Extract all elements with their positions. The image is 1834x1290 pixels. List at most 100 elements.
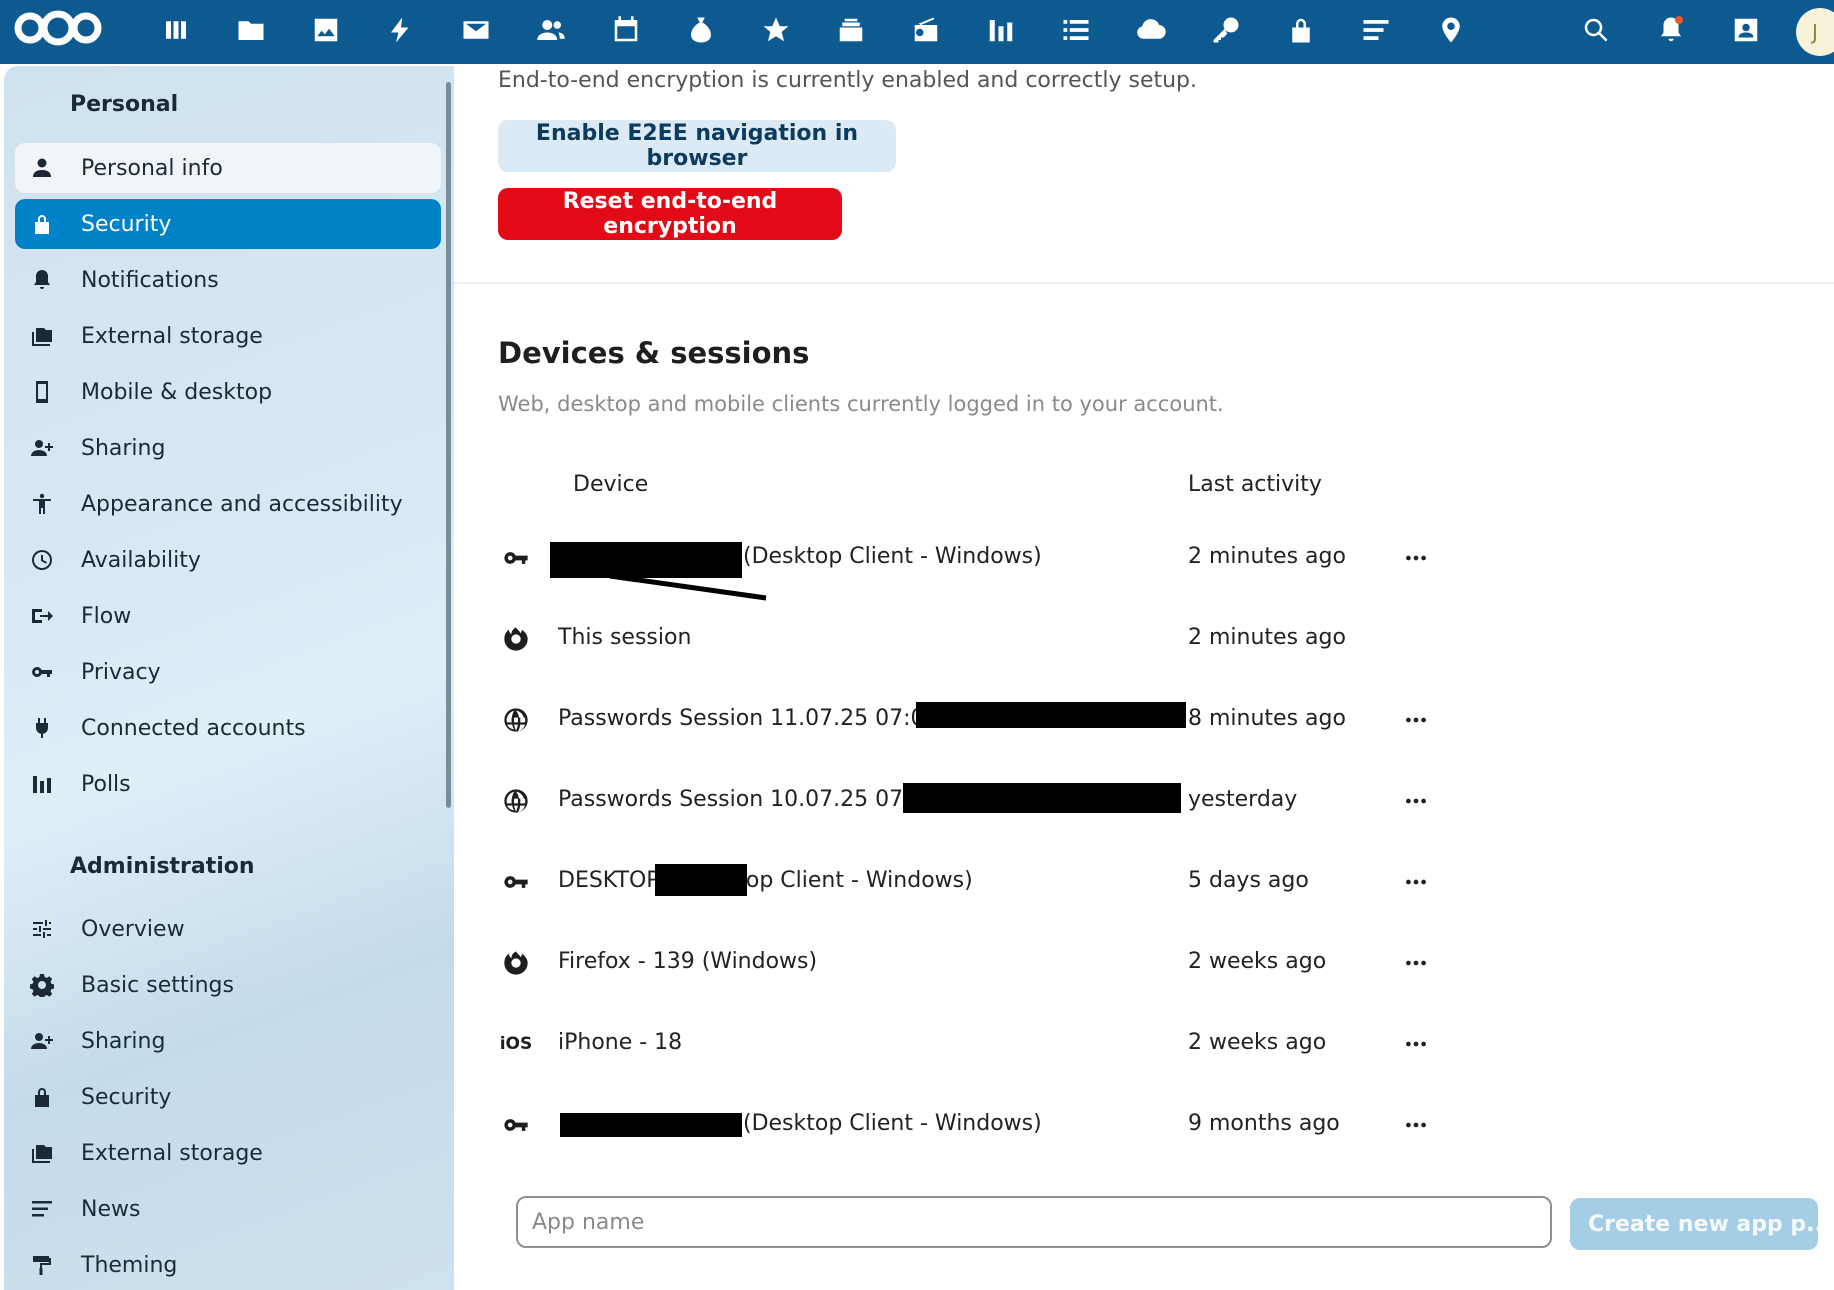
- sidebar-item-label: Notifications: [81, 267, 219, 293]
- share-user-icon: [27, 433, 57, 463]
- external-storage-icon: [27, 321, 57, 351]
- ios-icon-text: iOS: [499, 1034, 533, 1054]
- session-row: Passwords Session 11.07.25 07:07 - 8 min…: [498, 690, 1458, 750]
- passwords-icon[interactable]: [1206, 10, 1246, 50]
- mail-icon[interactable]: [456, 10, 496, 50]
- sidebar-item-label: Connected accounts: [81, 715, 306, 741]
- sidebar-item-label: Security: [81, 1084, 172, 1110]
- lock-icon: [27, 209, 57, 239]
- favorites-icon[interactable]: [756, 10, 796, 50]
- sidebar-item-label: Availability: [81, 547, 201, 573]
- sidebar-item-sharing[interactable]: Sharing: [15, 423, 441, 473]
- plug-icon: [27, 713, 57, 743]
- globe-icon: [498, 783, 534, 819]
- column-header-last-activity: Last activity: [1188, 472, 1322, 497]
- user-avatar[interactable]: J: [1796, 8, 1834, 56]
- sidebar-item-news[interactable]: News: [15, 1184, 441, 1234]
- sidebar-item-flow[interactable]: Flow: [15, 591, 441, 641]
- lock-icon[interactable]: [1281, 10, 1321, 50]
- calendar-icon[interactable]: [606, 10, 646, 50]
- enable-e2ee-button[interactable]: Enable E2EE navigation in browser: [498, 120, 896, 172]
- sidebar-item-basic-settings[interactable]: Basic settings: [15, 960, 441, 1010]
- radio-icon[interactable]: [906, 10, 946, 50]
- redaction-stroke: [609, 573, 767, 601]
- column-header-device: Device: [573, 472, 649, 497]
- session-row: This session 2 minutes ago: [498, 609, 1458, 669]
- sidebar-item-label: Sharing: [81, 1028, 166, 1054]
- session-last-activity: 2 minutes ago: [1188, 544, 1346, 569]
- sidebar-item-mobile-desktop[interactable]: Mobile & desktop: [15, 367, 441, 417]
- sidebar-item-label: Theming: [81, 1252, 178, 1278]
- sidebar-item-admin-sharing[interactable]: Sharing: [15, 1016, 441, 1066]
- news-icon[interactable]: [1356, 10, 1396, 50]
- paint-roller-icon: [27, 1250, 57, 1280]
- sidebar-item-external-storage[interactable]: External storage: [15, 311, 441, 361]
- deck-icon[interactable]: [831, 10, 871, 50]
- sidebar-item-availability[interactable]: Availability: [15, 535, 441, 585]
- session-last-activity: 9 months ago: [1188, 1111, 1340, 1136]
- session-name: (Desktop Client - Windows): [743, 544, 1042, 569]
- more-actions-icon[interactable]: [1398, 783, 1434, 819]
- session-last-activity: 2 minutes ago: [1188, 625, 1346, 650]
- more-actions-icon[interactable]: [1398, 1107, 1434, 1143]
- dashboard-icon[interactable]: [156, 10, 196, 50]
- sidebar-item-personal-info[interactable]: Personal info: [15, 143, 441, 193]
- more-actions-icon[interactable]: [1398, 864, 1434, 900]
- sidebar-item-label: Flow: [81, 603, 132, 629]
- create-app-password-button[interactable]: Create new app p...: [1570, 1198, 1818, 1250]
- photos-icon[interactable]: [306, 10, 346, 50]
- lock-icon: [27, 1082, 57, 1112]
- accessibility-icon: [27, 489, 57, 519]
- maps-icon[interactable]: [1431, 10, 1471, 50]
- activity-icon[interactable]: [381, 10, 421, 50]
- sidebar-item-label: News: [81, 1196, 141, 1222]
- firefox-icon: [498, 621, 534, 657]
- user-icon: [27, 153, 57, 183]
- administration-section-title: Administration: [70, 854, 255, 879]
- sidebar-item-polls[interactable]: Polls: [15, 759, 441, 809]
- share-user-icon: [27, 1026, 57, 1056]
- devices-sessions-title: Devices & sessions: [498, 336, 810, 370]
- personal-section-title: Personal: [70, 92, 179, 117]
- cloud-icon[interactable]: [1131, 10, 1171, 50]
- sidebar-item-notifications[interactable]: Notifications: [15, 255, 441, 305]
- files-icon[interactable]: [231, 10, 271, 50]
- sidebar-item-admin-external-storage[interactable]: External storage: [15, 1128, 441, 1178]
- session-name: (Desktop Client - Windows): [743, 1111, 1042, 1136]
- sidebar-item-connected-accounts[interactable]: Connected accounts: [15, 703, 441, 753]
- sidebar-item-theming[interactable]: Theming: [15, 1240, 441, 1290]
- sidebar-item-appearance[interactable]: Appearance and accessibility: [15, 479, 441, 529]
- more-actions-icon[interactable]: [1398, 702, 1434, 738]
- contacts-menu-icon[interactable]: [1726, 10, 1766, 50]
- main-content: End-to-end encryption is currently enabl…: [454, 64, 1834, 1290]
- more-actions-icon[interactable]: [1398, 1026, 1434, 1062]
- cospend-icon[interactable]: [681, 10, 721, 50]
- session-row: Passwords Session 10.07.25 07:25 - yeste…: [498, 771, 1458, 831]
- contacts-icon[interactable]: [531, 10, 571, 50]
- redaction-box: [560, 1113, 742, 1137]
- tasks-icon[interactable]: [1056, 10, 1096, 50]
- sidebar-item-overview[interactable]: Overview: [15, 904, 441, 954]
- more-actions-icon[interactable]: [1398, 945, 1434, 981]
- avatar-initial: J: [1812, 20, 1818, 44]
- session-last-activity: 8 minutes ago: [1188, 706, 1346, 731]
- sidebar-item-label: Security: [81, 211, 172, 237]
- reset-e2ee-button[interactable]: Reset end-to-end encryption: [498, 188, 842, 240]
- external-storage-icon: [27, 1138, 57, 1168]
- sidebar-item-label: Overview: [81, 916, 185, 942]
- sidebar-item-security[interactable]: Security: [15, 199, 441, 249]
- notifications-icon[interactable]: [1651, 10, 1691, 50]
- search-icon[interactable]: [1576, 10, 1616, 50]
- analytics-icon[interactable]: [981, 10, 1021, 50]
- session-last-activity: yesterday: [1188, 787, 1298, 812]
- nextcloud-logo[interactable]: [12, 8, 104, 48]
- sidebar-item-privacy[interactable]: Privacy: [15, 647, 441, 697]
- sidebar-item-admin-security[interactable]: Security: [15, 1072, 441, 1122]
- more-actions-icon[interactable]: [1398, 540, 1434, 576]
- clock-icon: [27, 545, 57, 575]
- e2ee-status-text: End-to-end encryption is currently enabl…: [498, 68, 1198, 93]
- redaction-box: [903, 783, 1181, 813]
- sidebar-scrollbar[interactable]: [446, 82, 451, 808]
- sidebar-item-label: External storage: [81, 323, 263, 349]
- app-name-input[interactable]: [516, 1196, 1552, 1248]
